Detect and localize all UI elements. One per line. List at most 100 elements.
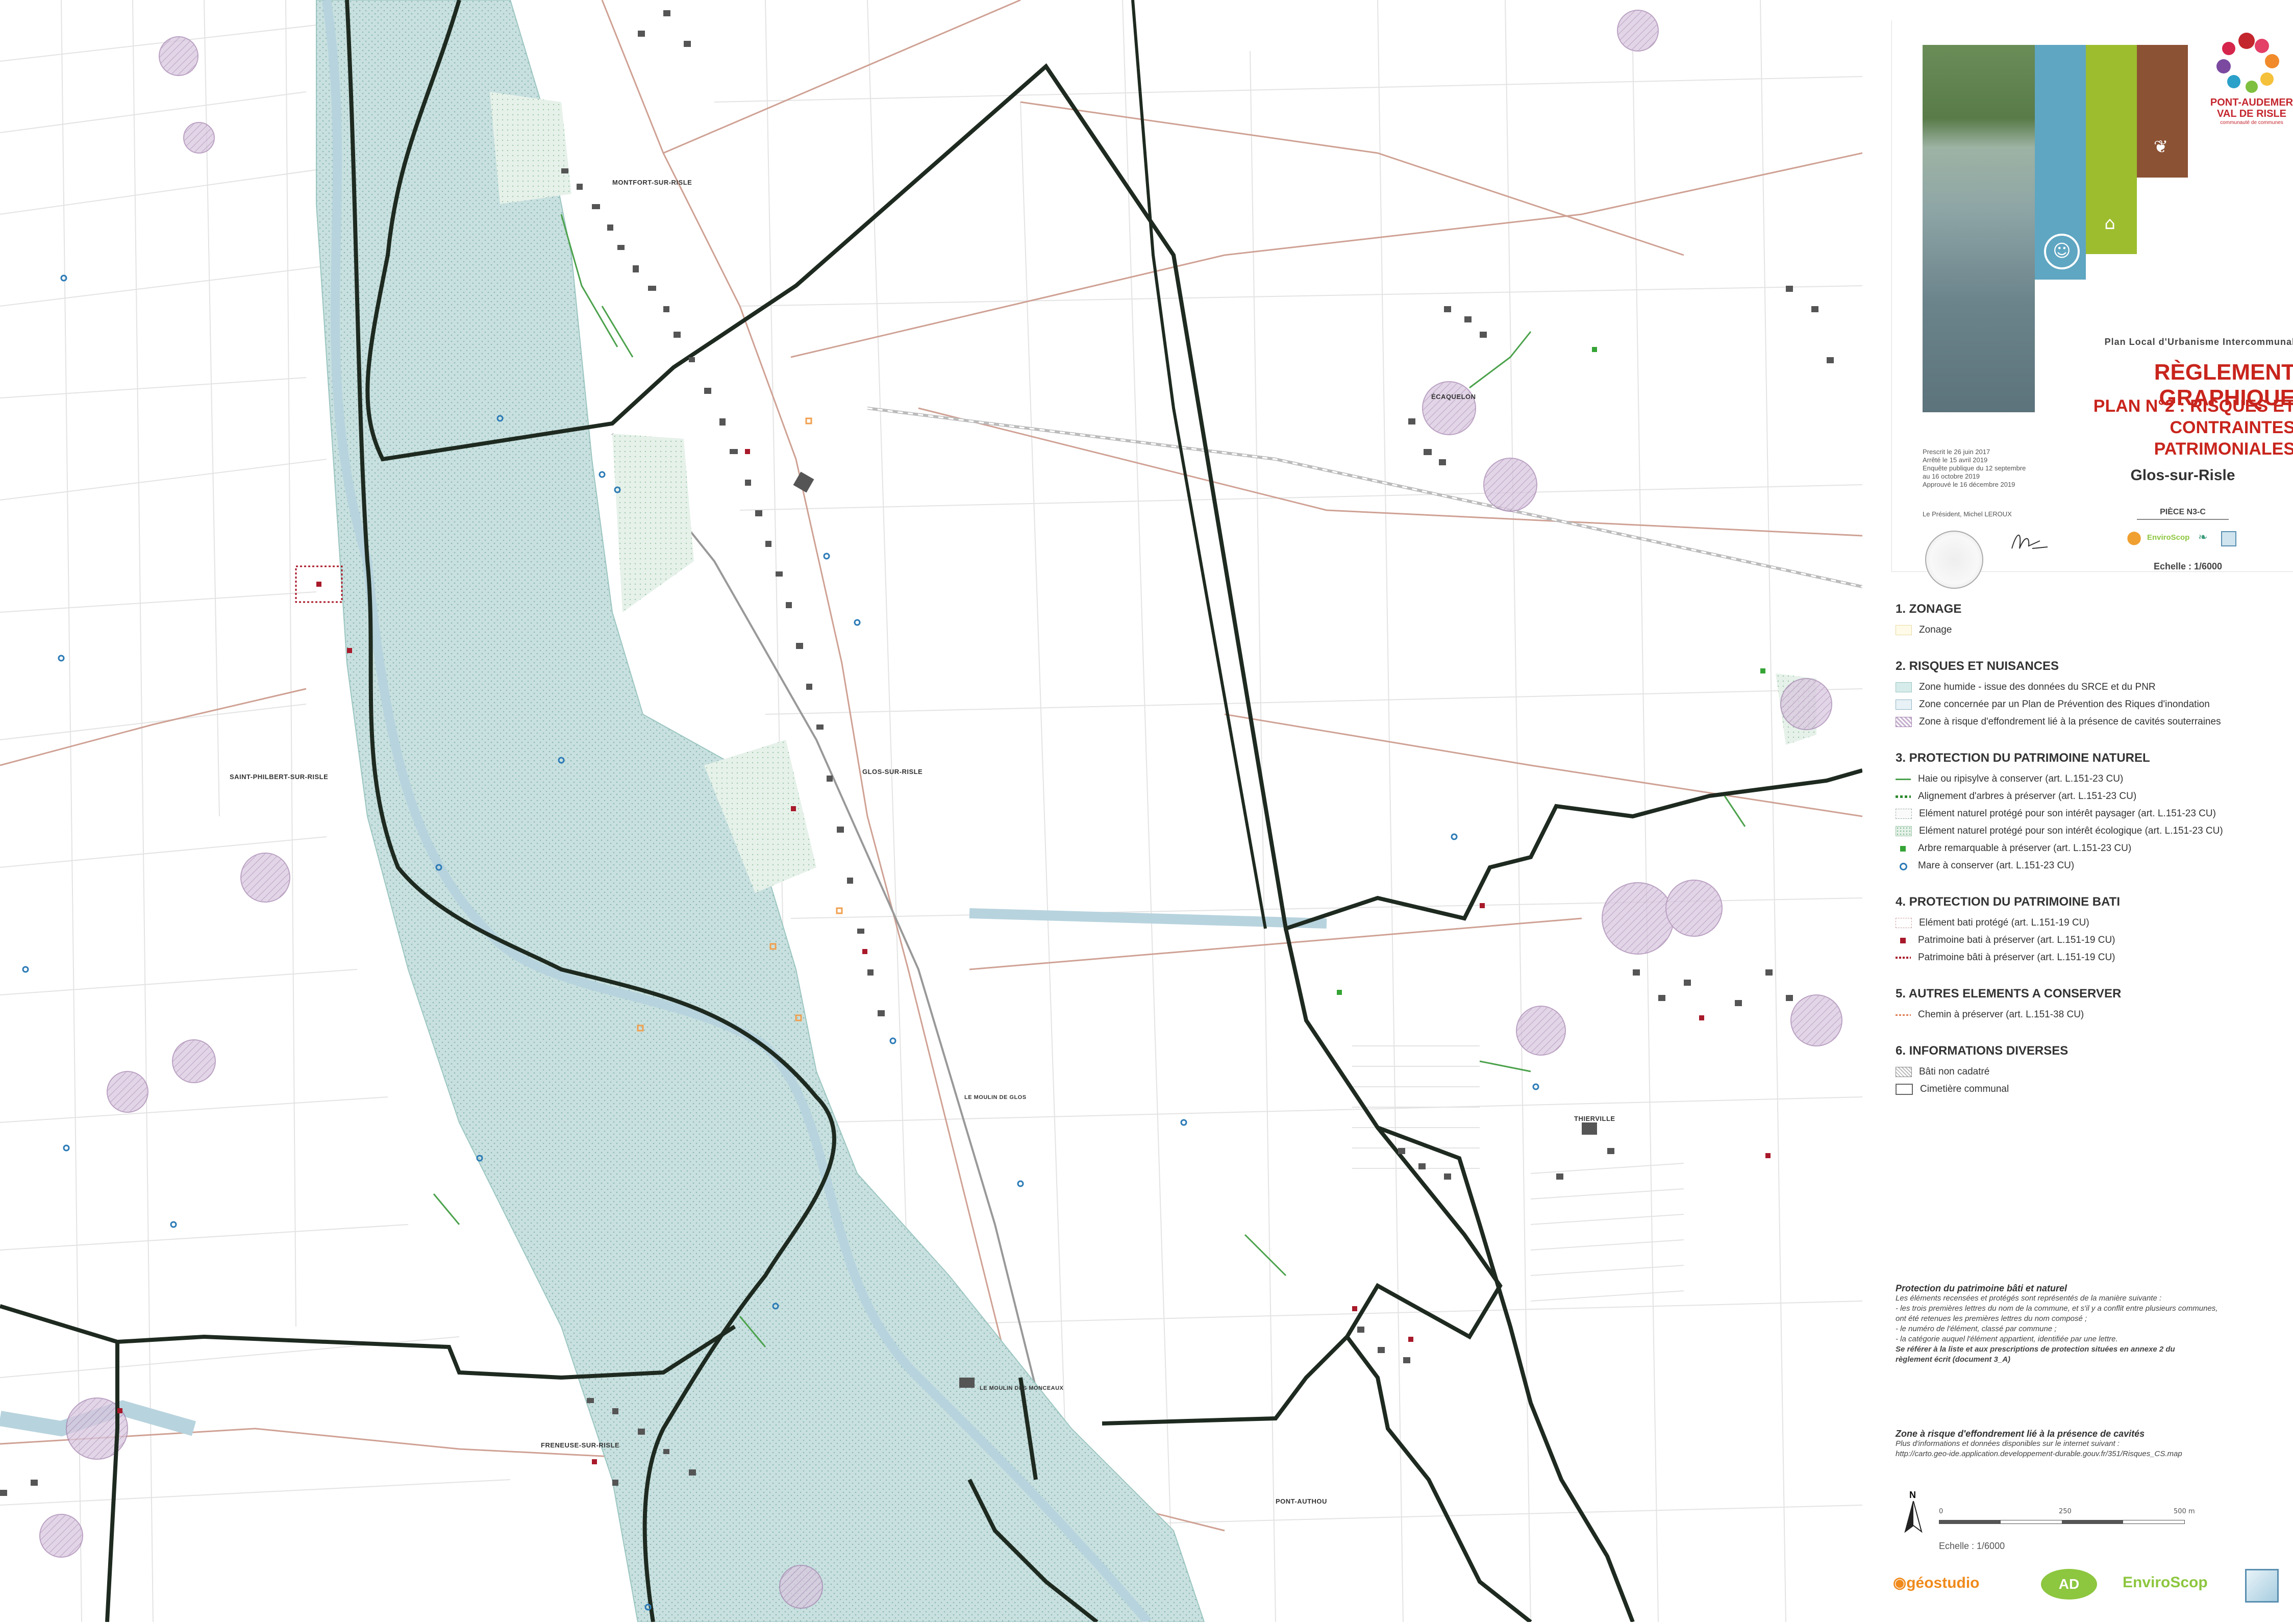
- legend-section-zonage: 1. ZONAGE: [1896, 602, 1962, 616]
- north-arrow: N: [1903, 1490, 1924, 1536]
- legend-item: Zone humide - issue des données du SRCE …: [1896, 679, 2288, 696]
- legend-item: Arbre remarquable à préserver (art. L.15…: [1896, 840, 2288, 857]
- mini-logo-square-icon: [2221, 531, 2236, 546]
- legend-label: Zone à risque d'effondrement lié à la pr…: [1919, 716, 2221, 727]
- label-saint-philbert: SAINT-PHILBERT-SUR-RISLE: [230, 773, 329, 781]
- band-green: ⌂: [2086, 45, 2137, 254]
- geostudio-logo: ◉géostudio: [1893, 1574, 1980, 1605]
- geostudio-text: géostudio: [1906, 1575, 1980, 1591]
- plan-subtitle-2: CONTRAINTES PATRIMONIALES: [2154, 418, 2293, 459]
- legend-item: Zone concernée par un Plan de Prévention…: [1896, 696, 2288, 713]
- eco-zone: [612, 434, 694, 612]
- legend-label: Patrimoine bâti à préserver (art. L.151-…: [1918, 952, 2115, 963]
- legend-item: Elément naturel protégé pour son intérêt…: [1896, 822, 2288, 840]
- north-arrow-icon: [1904, 1501, 1923, 1533]
- legend-item: Haie ou ripisylve à conserver (art. L.15…: [1896, 770, 2288, 788]
- commune-name: Glos-sur-Risle: [2130, 467, 2235, 484]
- legend-label: Bâti non cadatré: [1919, 1066, 1990, 1077]
- legend-label: Haie ou ripisylve à conserver (art. L.15…: [1918, 773, 2124, 784]
- cavities-title: Zone à risque d'effondrement lié à la pr…: [1896, 1429, 2145, 1439]
- park-logo-icon: [2245, 1569, 2279, 1603]
- legend-section-naturel: 3. PROTECTION DU PATRIMOINE NATUREL: [1896, 751, 2150, 765]
- heritage-point-symbol: [1896, 936, 1911, 945]
- map-canvas[interactable]: MONTFORT-SUR-RISLE SAINT-PHILBERT-SUR-RI…: [0, 0, 1863, 1624]
- header-photo: [1923, 45, 2035, 412]
- landscape-element-symbol: [1896, 809, 1912, 819]
- cavities-link[interactable]: http://carto.geo-ide.application.develop…: [1896, 1449, 2283, 1459]
- date-line: Prescrit le 26 juin 2017: [1923, 448, 1990, 456]
- legend-section-autres: 5. AUTRES ELEMENTS A CONSERVER: [1896, 987, 2122, 1001]
- date-line: au 16 octobre 2019: [1923, 472, 1980, 480]
- label-glos: GLOS-SUR-RISLE: [862, 768, 923, 776]
- railway: [867, 407, 1863, 588]
- label-moulin-monceaux: LE MOULIN DES MONCEAUX: [980, 1385, 1064, 1391]
- notes-line: règlement écrit (document 3_A): [1896, 1355, 2011, 1364]
- label-ecaquelon: ÉCAQUELON: [1431, 393, 1476, 401]
- legend-item: Bâti non cadatré: [1896, 1063, 2288, 1081]
- scale-tick-250: 250: [2059, 1508, 2072, 1515]
- wetland-symbol: [1896, 682, 1912, 692]
- legend-item: Patrimoine bâti à préserver (art. L.151-…: [1896, 949, 2288, 966]
- uncadastred-building-symbol: [1896, 1067, 1912, 1077]
- legend-section-infos: 6. INFORMATIONS DIVERSES: [1896, 1044, 2068, 1058]
- president: Le Président, Michel LEROUX: [1923, 510, 2012, 518]
- legend-label: Chemin à préserver (art. L.151-38 CU): [1918, 1009, 2084, 1020]
- scale-bar-graphic: [1939, 1520, 2185, 1524]
- label-montfort: MONTFORT-SUR-RISLE: [612, 179, 692, 186]
- date-line: Approuvé le 16 décembre 2019: [1923, 481, 2015, 488]
- plan-title: Plan Local d'Urbanisme Intercommunal: [2104, 337, 2293, 347]
- legend-label: Mare à conserver (art. L.151-23 CU): [1918, 860, 2075, 871]
- legend-label: Arbre remarquable à préserver (art. L.15…: [1918, 843, 2132, 854]
- legend-item: Zone à risque d'effondrement lié à la pr…: [1896, 713, 2288, 731]
- map-svg[interactable]: [0, 0, 1863, 1624]
- head-icon: ☺: [2044, 234, 2080, 269]
- zonage-symbol: [1896, 625, 1912, 635]
- pin-icon: ⬤: [2127, 530, 2142, 545]
- label-thierville: THIERVILLE: [1574, 1115, 1615, 1122]
- scale-tick-0: 0: [1939, 1508, 1943, 1515]
- legend: 1. ZONAGE Zonage 2. RISQUES ET NUISANCES…: [1896, 592, 2288, 1098]
- logo-flower-icon: [2216, 33, 2279, 93]
- scale-bar: 0 250 500 m: [1939, 1508, 2204, 1528]
- notes-line: Les éléments recensées et protégés sont …: [1896, 1294, 2162, 1303]
- remarkable-tree-symbol: [1896, 844, 1911, 853]
- band-brown: ❦: [2137, 45, 2188, 178]
- label-pont-authou: PONT-AUTHOU: [1276, 1497, 1327, 1505]
- legend-label: Elément bati protégé (art. L.151-19 CU): [1919, 917, 2089, 928]
- legend-label: Elément naturel protégé pour son intérêt…: [1919, 826, 2223, 836]
- legend-item: Patrimoine bati à préserver (art. L.151-…: [1896, 932, 2288, 949]
- notes-line: - les trois premières lettres du nom de …: [1896, 1304, 2218, 1313]
- ecological-element-symbol: [1896, 826, 1912, 836]
- legend-label: Zonage: [1919, 624, 1952, 635]
- legend-item: Cimetière communal: [1896, 1081, 2288, 1098]
- hedge-symbol: [1896, 774, 1911, 784]
- logo-line2: VAL DE RISLE: [2217, 108, 2286, 119]
- legend-label: Zone concernée par un Plan de Prévention…: [1919, 699, 2210, 710]
- plan-subtitle: PLAN N°2 : RISQUES ET CONTRAINTES PATRIM…: [2030, 395, 2293, 460]
- notes-title: Protection du patrimoine bâti et naturel: [1896, 1283, 2067, 1293]
- date-line: Arrêté le 15 avril 2019: [1923, 456, 1988, 464]
- building-icon: ⌂: [2104, 213, 2115, 234]
- notes-block: Protection du patrimoine bâti et naturel…: [1896, 1283, 2283, 1365]
- legend-item: Elément bati protégé (art. L.151-19 CU): [1896, 914, 2288, 932]
- scale-tick-500: 500 m: [2174, 1508, 2195, 1515]
- pond-symbol: [1896, 861, 1911, 870]
- procedure-dates: Prescrit le 26 juin 2017 Arrêté le 15 av…: [1923, 448, 2040, 489]
- cavities-block: Zone à risque d'effondrement lié à la pr…: [1896, 1429, 2283, 1459]
- plan-subtitle-1: PLAN N°2 : RISQUES ET: [2093, 396, 2293, 416]
- path-symbol: [1896, 1010, 1911, 1019]
- cemetery-symbol: [1896, 1084, 1913, 1095]
- band-blue: ☺: [2035, 45, 2086, 280]
- notes-line: ont été retenues les premières lettres d…: [1896, 1314, 2087, 1323]
- legend-item: Alignement d'arbres à préserver (art. L.…: [1896, 788, 2288, 805]
- header-scale: Echelle : 1/6000: [2153, 561, 2223, 571]
- title-block: ☺ ⌂ ❦ PONT-AUDEMER VAL DE RISLE communau…: [1891, 20, 2293, 589]
- signature-icon: [2011, 534, 2048, 549]
- enviroscop-logo: EnviroScop: [2123, 1574, 2208, 1591]
- footer-logos: ◉géostudio AD EnviroScop: [1893, 1569, 2286, 1605]
- mini-logos: ⬤ EnviroScop ❧: [2127, 528, 2239, 548]
- scale-label: Echelle : 1/6000: [1939, 1541, 2005, 1551]
- legend-item: Elément naturel protégé pour son intérêt…: [1896, 805, 2288, 822]
- ad-logo: AD: [2041, 1569, 2097, 1600]
- legend-label: Zone humide - issue des données du SRCE …: [1919, 682, 2156, 692]
